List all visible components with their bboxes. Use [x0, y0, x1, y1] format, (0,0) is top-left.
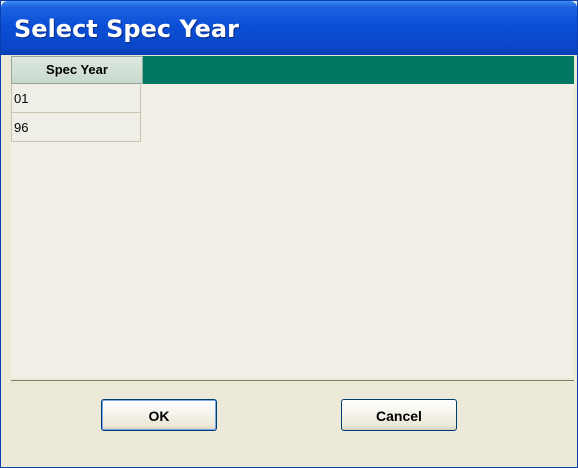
dialog-body: Spec Year 01 96 OK Cancel — [8, 55, 574, 465]
spec-year-table: Spec Year 01 96 — [11, 56, 574, 378]
divider — [11, 380, 574, 381]
table-row[interactable]: 96 — [11, 113, 141, 142]
table-row[interactable]: 01 — [11, 84, 141, 113]
title-bar[interactable]: Select Spec Year — [1, 1, 577, 55]
column-header-spec-year[interactable]: Spec Year — [11, 56, 143, 84]
cancel-button[interactable]: Cancel — [341, 399, 457, 431]
ok-button[interactable]: OK — [101, 399, 217, 431]
table-header-bar: Spec Year — [11, 56, 574, 84]
dialog-title: Select Spec Year — [14, 15, 239, 43]
select-spec-year-dialog: Select Spec Year Spec Year 01 96 OK Canc… — [0, 0, 578, 468]
